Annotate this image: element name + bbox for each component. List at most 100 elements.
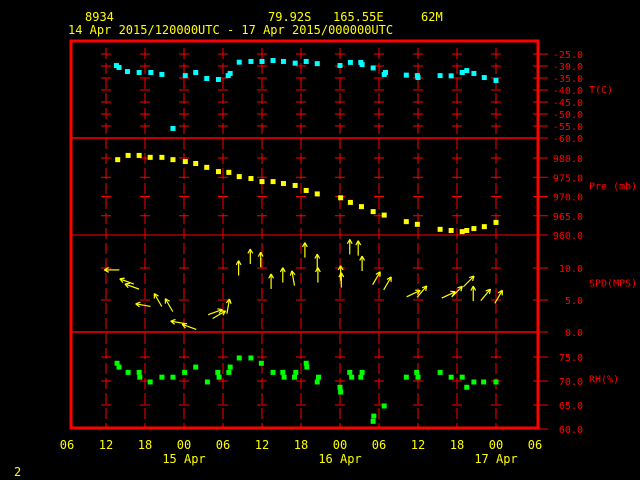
pressure-point <box>259 179 265 185</box>
temperature-point <box>459 70 465 75</box>
temperature-point <box>236 59 242 65</box>
rh-point <box>226 369 232 375</box>
pressure-point <box>464 227 470 233</box>
pressure-point <box>159 154 165 160</box>
rh-point <box>316 374 322 380</box>
header: 8934 79.92S 165.55E 62M 14 Apr 2015/1200… <box>68 10 443 37</box>
date-label: 17 Apr <box>474 452 517 466</box>
pressure-point <box>481 224 487 230</box>
rh-point <box>471 379 477 385</box>
pressure-point <box>270 179 276 185</box>
rh-point <box>293 369 299 375</box>
station-timeseries-chart: -25.0-30.0-35.0-40.0-45.0-50.0-55.0-60.0… <box>14 10 637 479</box>
pressure-point <box>248 176 254 182</box>
pressure-point <box>471 226 477 232</box>
wind-arrow <box>346 239 353 255</box>
temperature-point <box>471 70 477 76</box>
temperature-point <box>481 75 487 81</box>
pressure-point <box>280 181 286 187</box>
y-tick-label: 70.0 <box>559 377 583 388</box>
y-tick-label: -25.0 <box>553 50 583 61</box>
wind-arrow <box>314 253 321 270</box>
temperature-point <box>204 76 210 81</box>
wind-arrow <box>104 266 120 273</box>
axis-title-pressure: Pre (mb) <box>589 182 637 193</box>
wind-arrow <box>124 282 140 290</box>
wind-arrow <box>247 248 254 264</box>
temperature-point <box>437 73 443 79</box>
y-tick-label: 0.0 <box>565 328 583 339</box>
pressure-point <box>347 199 353 205</box>
pressure-point <box>125 152 131 158</box>
rh-point <box>182 369 188 375</box>
temperature-point <box>259 58 265 64</box>
temperature-point <box>403 72 409 78</box>
x-tick-label: 00 <box>489 438 503 452</box>
rh-point <box>170 374 176 380</box>
wind-arrow <box>301 242 308 258</box>
y-tick-label: 10.0 <box>559 264 583 275</box>
y-tick-label: 75.0 <box>559 353 583 364</box>
pressure-point <box>215 169 221 175</box>
wind-arrow <box>289 270 296 286</box>
temperature-point <box>124 69 130 75</box>
y-tick-label: 965.0 <box>553 212 583 223</box>
rh-point <box>136 369 142 375</box>
temperature-point <box>347 59 353 65</box>
y-tick-label: -60.0 <box>553 134 583 145</box>
temperature-point <box>448 73 454 79</box>
y-tick-label: 980.0 <box>553 154 583 165</box>
wind-arrow <box>359 255 366 272</box>
wind-arrow <box>170 318 186 325</box>
pressure-point <box>147 154 153 160</box>
rh-point <box>381 403 387 409</box>
x-tick-label: 06 <box>528 438 542 452</box>
rh-point <box>481 379 487 385</box>
rh-point <box>493 379 499 385</box>
temperature-point <box>415 75 421 81</box>
pressure-point <box>170 157 176 163</box>
pressure-point <box>204 164 210 170</box>
wind-arrow <box>164 298 174 312</box>
y-tick-label: 65.0 <box>559 401 583 412</box>
rh-point <box>459 374 465 380</box>
longitude: 165.55E <box>333 10 384 24</box>
rh-point <box>193 364 199 370</box>
rh-point <box>338 389 344 395</box>
axis-title-wind: SPD(MPS) <box>589 279 637 290</box>
y-tick-label: 5.0 <box>565 296 583 307</box>
y-tick-label: -55.0 <box>553 122 583 133</box>
wind-arrow <box>462 275 475 288</box>
rh-point <box>216 374 222 380</box>
temperature-point <box>280 58 286 64</box>
wind-arrow <box>279 267 286 283</box>
rh-point <box>349 374 355 380</box>
pressure-point <box>448 227 454 233</box>
x-tick-label: 00 <box>177 438 191 452</box>
temperature-point <box>359 62 365 68</box>
y-tick-label: -50.0 <box>553 110 583 121</box>
temperature-point <box>370 65 376 71</box>
pressure-point <box>493 219 499 225</box>
temperature-point <box>383 70 388 75</box>
rh-point <box>414 369 420 375</box>
temperature-point <box>248 58 254 64</box>
data-marks <box>104 58 503 424</box>
pressure-point <box>303 187 309 193</box>
y-tick-label: 60.0 <box>559 425 583 436</box>
y-tick-label: -30.0 <box>553 62 583 73</box>
pressure-point <box>414 221 420 227</box>
rh-point <box>347 369 353 375</box>
temperature-point <box>136 70 142 75</box>
rh-point <box>281 374 287 380</box>
x-tick-label: 18 <box>450 438 464 452</box>
y-tick-label: -35.0 <box>553 74 583 85</box>
pressure-point <box>136 152 142 158</box>
time-range: 14 Apr 2015/120000UTC - 17 Apr 2015/0000… <box>68 23 393 37</box>
rh-point <box>116 364 122 370</box>
pressure-point <box>459 229 465 235</box>
latitude: 79.92S <box>268 10 311 24</box>
pressure-point <box>226 169 232 175</box>
x-tick-label: 18 <box>294 438 308 452</box>
y-axes: -25.0-30.0-35.0-40.0-45.0-50.0-55.0-60.0… <box>533 50 637 436</box>
